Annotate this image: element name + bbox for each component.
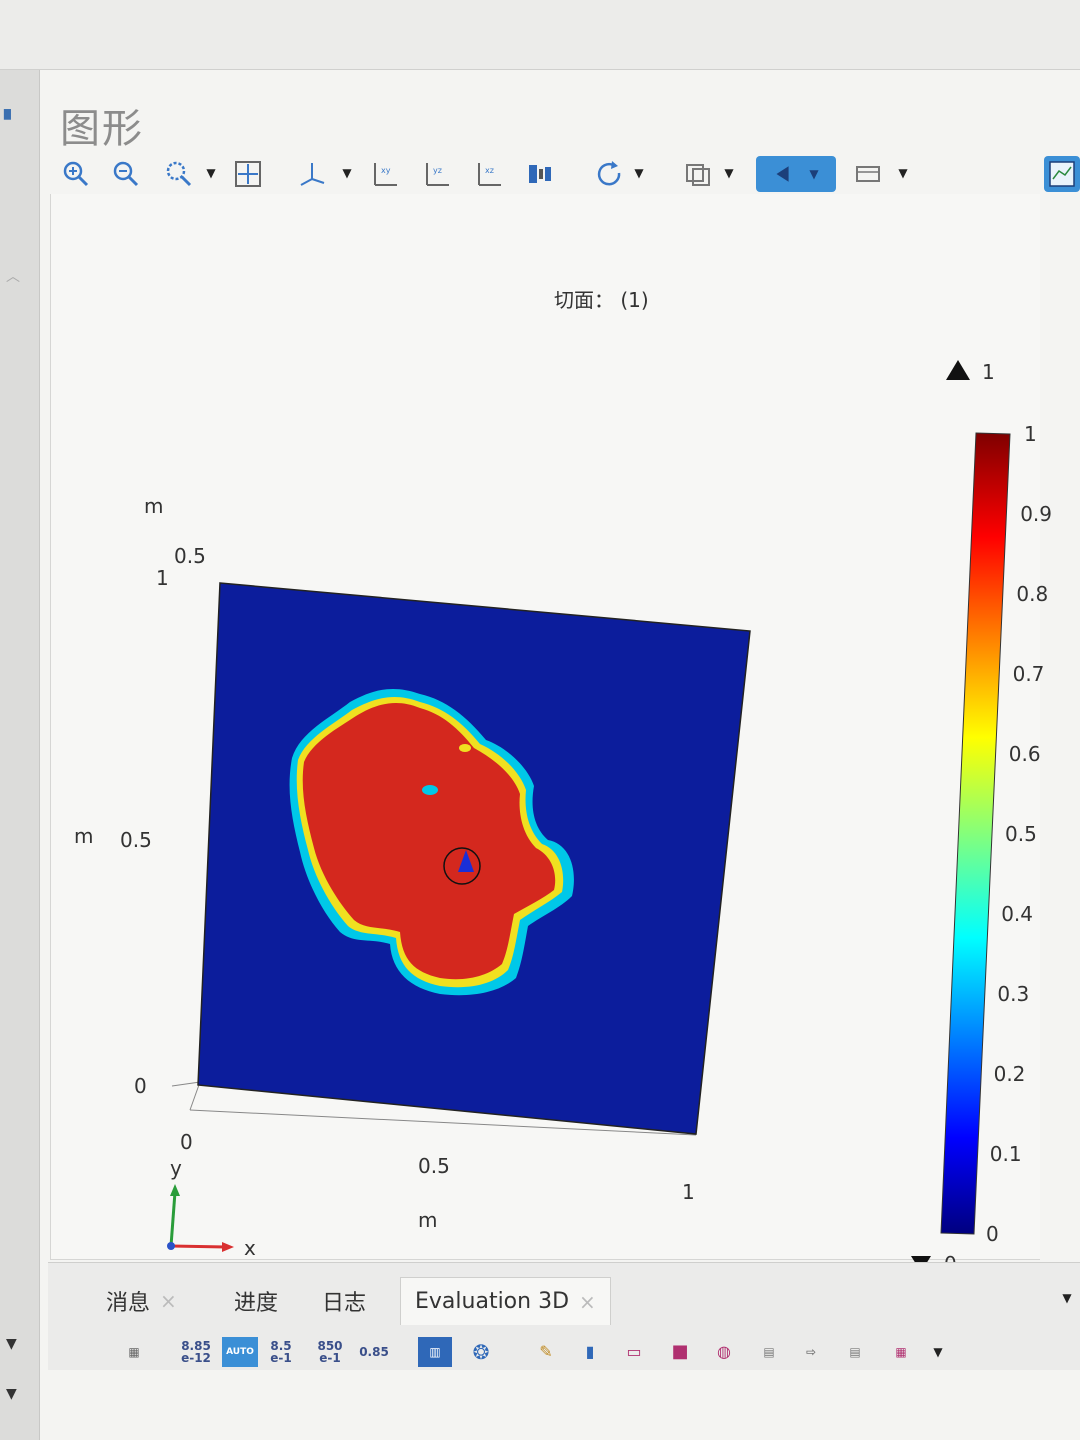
z-axis-unit: m <box>144 494 164 518</box>
bottom-axis-label-1: 1 <box>682 1180 695 1204</box>
tab-messages-label: 消息 <box>106 1291 151 1316</box>
clipboard-icon[interactable]: ▮ <box>578 1337 602 1367</box>
format-0.85-button[interactable]: 0.85 <box>354 1337 394 1367</box>
bottom-panel: 消息 × 进度 日志 Evaluation 3D × ▼ ▦ 8.85 e-12 A… <box>48 1262 1080 1370</box>
format-8.5e-1-button[interactable]: 8.5 e-1 <box>264 1337 298 1367</box>
pencil-icon[interactable]: ✎ <box>534 1337 558 1367</box>
svg-text:xy: xy <box>381 166 391 175</box>
colorbar-tick-label: 0 <box>986 1222 999 1246</box>
tab-progress[interactable]: 进度 <box>234 1277 278 1325</box>
tab-log[interactable]: 日志 <box>322 1277 366 1325</box>
dropdown-arrow-icon[interactable]: ▼ <box>6 1336 17 1352</box>
tab-evaluation-3d-label: Evaluation 3D <box>415 1289 570 1314</box>
colorbar-tick-label: 0.6 <box>1008 742 1041 766</box>
graphics-canvas[interactable] <box>50 194 1040 1260</box>
transparency-icon[interactable] <box>680 156 716 192</box>
view-xy-icon[interactable]: xy <box>368 156 404 192</box>
brain-icon[interactable]: ◍ <box>710 1337 738 1367</box>
render-mode-icon[interactable] <box>850 156 886 192</box>
select-mode-button[interactable]: ▼ <box>756 156 836 192</box>
left-axis-label-mid: 0.5 <box>120 828 152 852</box>
colorbar-tick-label: 0.4 <box>1001 902 1033 926</box>
colorbar-tick-label: 0.3 <box>997 982 1030 1006</box>
tab-messages-close-icon[interactable]: × <box>160 1289 177 1313</box>
bottom-axis-label-0: 0 <box>180 1130 193 1154</box>
colorbar-tick-label: 0.5 <box>1005 822 1037 846</box>
precision-8.85e-12-button[interactable]: 8.85 e-12 <box>176 1337 216 1367</box>
triad-y-label: y <box>170 1156 182 1180</box>
export-icon[interactable]: ▤ <box>840 1337 870 1367</box>
dropdown-arrow-icon-2[interactable]: ▼ <box>6 1386 17 1402</box>
y-top-label-0: 0.5 <box>174 544 206 568</box>
collapse-up-icon[interactable]: ︿ <box>6 266 20 286</box>
format-850e-1-button[interactable]: 850 e-1 <box>310 1337 350 1367</box>
bottom-axis-label-mid: 0.5 <box>418 1154 450 1178</box>
view-yz-icon[interactable]: yz <box>420 156 456 192</box>
render-dropdown-icon[interactable]: ▼ <box>896 166 910 180</box>
panel-title: 图形 <box>60 106 144 152</box>
rotate-dropdown-icon[interactable]: ▼ <box>632 166 646 180</box>
auto-button[interactable]: AUTO <box>222 1337 258 1367</box>
bottom-panel-dropdown-icon[interactable]: ▼ <box>1060 1291 1074 1305</box>
copy-table-icon[interactable]: ▤ <box>754 1337 784 1367</box>
zoom-dropdown-icon[interactable]: ▼ <box>204 166 218 180</box>
colorbar-tick-label: 0.2 <box>993 1062 1026 1086</box>
svg-text:xz: xz <box>485 166 494 175</box>
scene-light-icon[interactable] <box>522 156 558 192</box>
colorbar-tick-label: 0.1 <box>989 1142 1022 1166</box>
left-axis-unit: m <box>74 824 94 848</box>
view-dropdown-icon[interactable]: ▼ <box>340 166 354 180</box>
move-right-icon[interactable]: ⇨ <box>796 1337 826 1367</box>
zoom-out-icon[interactable] <box>108 156 144 192</box>
table-grid-icon[interactable]: ▦ <box>120 1337 148 1367</box>
chart-icon[interactable]: ▦ <box>886 1337 916 1367</box>
colorbar-tick-label: 0.9 <box>1020 502 1052 526</box>
y-top-label-1: 1 <box>156 566 169 590</box>
triad-x-label: x <box>244 1236 256 1260</box>
left-axis-label-0: 0 <box>134 1074 147 1098</box>
tab-evaluation-3d[interactable]: Evaluation 3D × <box>400 1277 611 1325</box>
zoom-in-icon[interactable] <box>58 156 94 192</box>
pattern-icon[interactable]: ❂ <box>464 1337 498 1367</box>
slice-title: 切面： (1) <box>554 288 649 312</box>
colorbar-tick-label: 0.7 <box>1012 662 1045 686</box>
more-dropdown-icon[interactable]: ▼ <box>928 1337 948 1367</box>
pin-icon[interactable]: ▘ <box>4 110 18 134</box>
left-side-strip: ▘ ︿ ▼ ▼ <box>0 70 40 1440</box>
zoom-box-icon[interactable] <box>160 156 196 192</box>
color-block-icon[interactable]: ■ <box>666 1337 694 1367</box>
plot-settings-icon[interactable] <box>1044 156 1080 192</box>
rotate-icon[interactable] <box>592 156 628 192</box>
top-bar <box>0 0 1080 70</box>
zoom-extents-icon[interactable] <box>230 156 266 192</box>
tab-messages[interactable]: 消息 × <box>106 1277 177 1325</box>
tab-evaluation-3d-close-icon[interactable]: × <box>579 1290 596 1314</box>
transparency-dropdown-icon[interactable]: ▼ <box>722 166 736 180</box>
evaluation-toolbar: ▦ 8.85 e-12 AUTO 8.5 e-1 850 e-1 0.85 ▥ … <box>48 1333 1080 1371</box>
svg-text:yz: yz <box>433 166 442 175</box>
bottom-axis-unit: m <box>418 1208 438 1232</box>
colorbar-tick-label: 0.8 <box>1016 582 1049 606</box>
colorbar-tick-label: 1 <box>1024 422 1037 446</box>
tab-progress-label: 进度 <box>234 1291 279 1316</box>
axis-orientation-icon[interactable] <box>294 156 330 192</box>
table-export-icon[interactable]: ▭ <box>620 1337 648 1367</box>
colorbar-max-value: 1 <box>982 360 995 384</box>
tab-log-label: 日志 <box>322 1291 367 1316</box>
view-xz-icon[interactable]: xz <box>472 156 508 192</box>
table-view-icon[interactable]: ▥ <box>418 1337 452 1367</box>
